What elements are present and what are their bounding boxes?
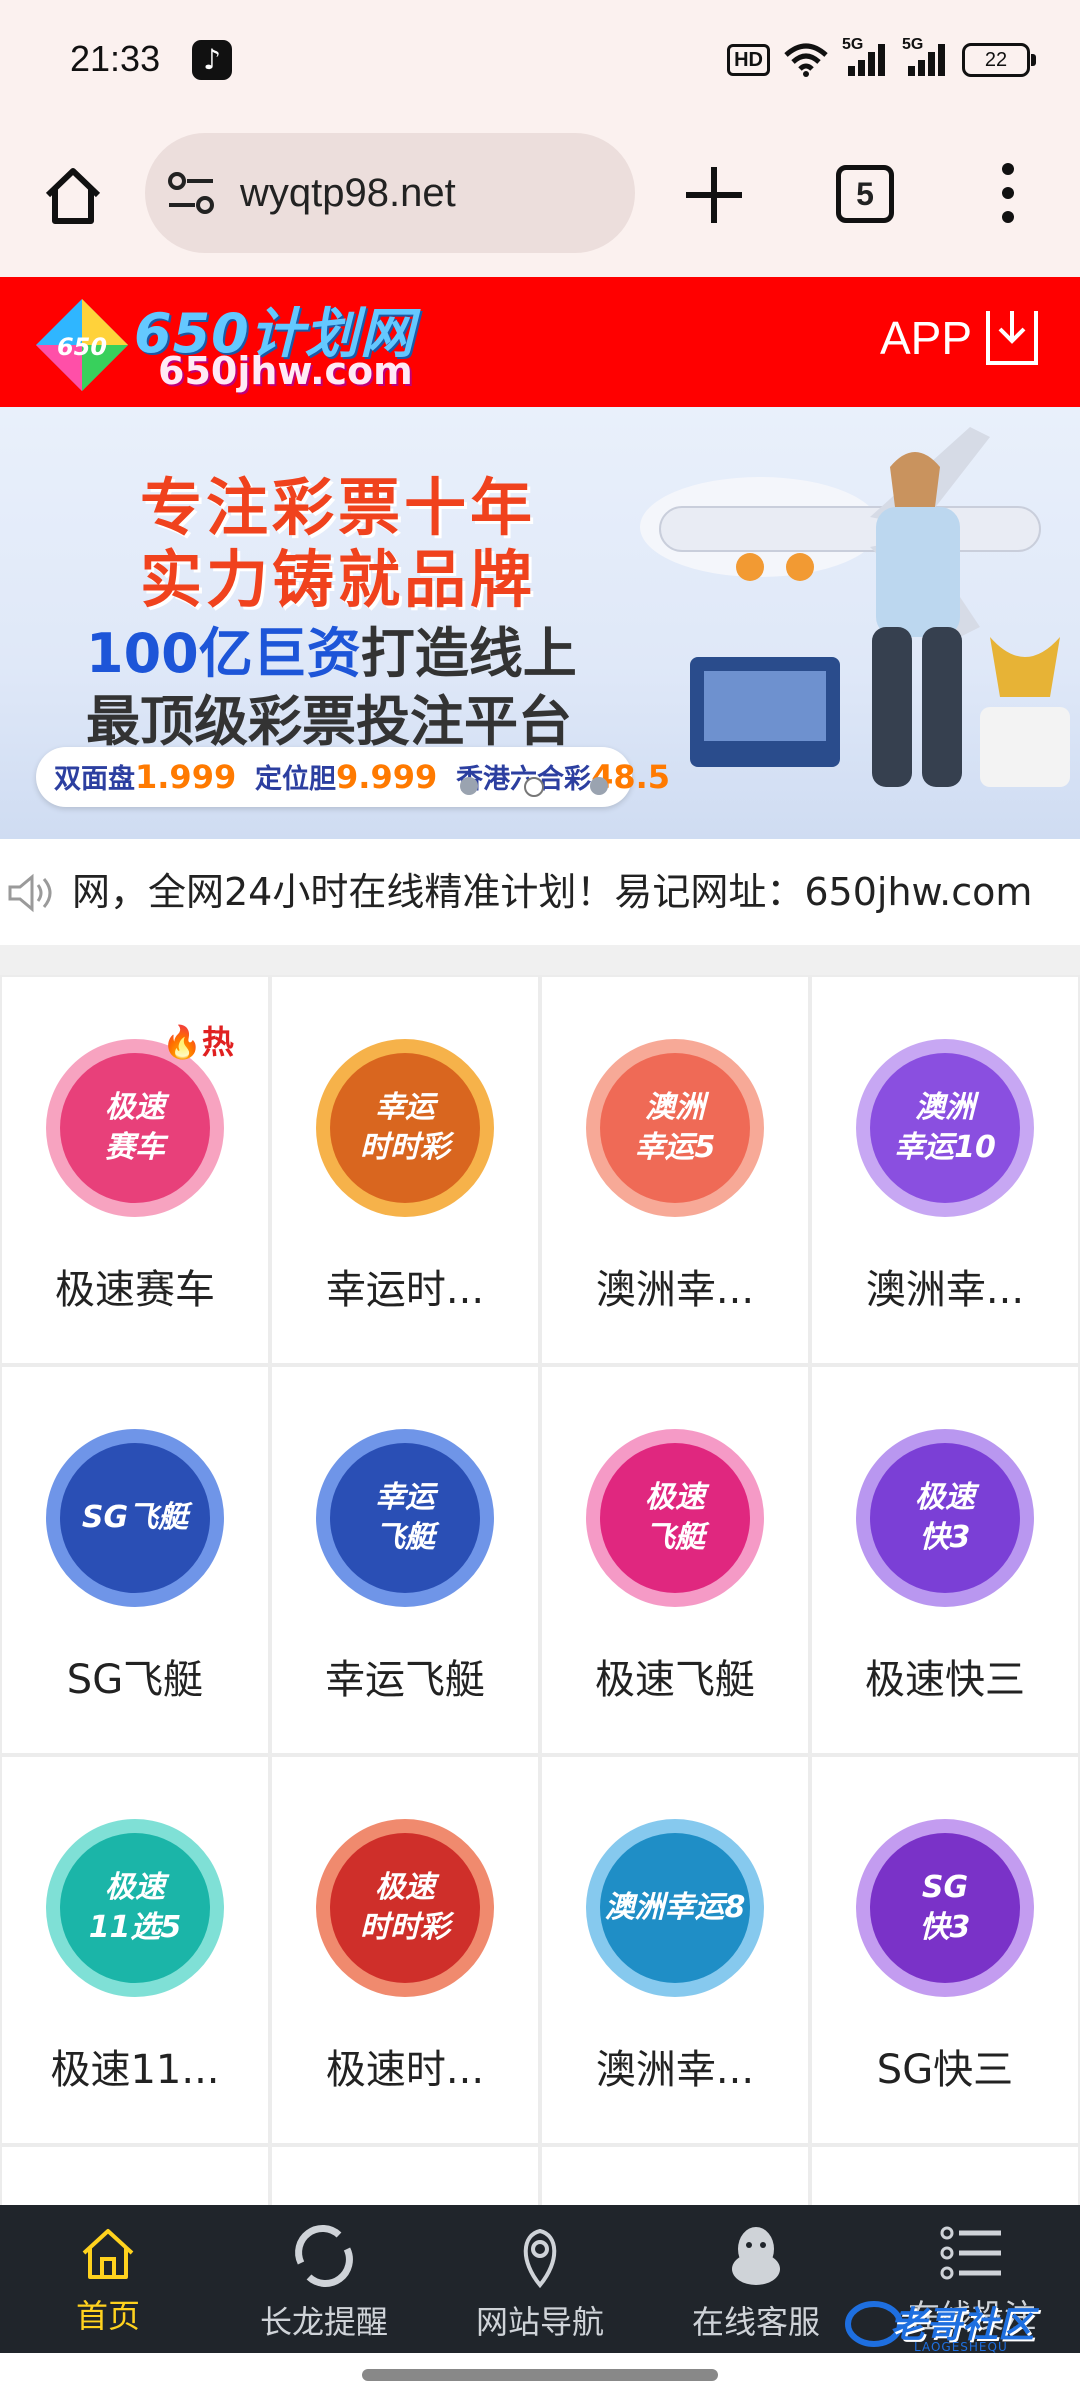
jisu-shishicai-icon: 极速 时时彩 xyxy=(316,1819,494,1997)
xingyun-feiting-icon: 幸运 飞艇 xyxy=(316,1429,494,1607)
game-tile-xingyun-shishicai[interactable]: 幸运 时时彩 幸运时... xyxy=(272,977,538,1363)
sg-kuaisan-icon: SG 快3 xyxy=(856,1819,1034,1997)
watermark-logo: 老哥社区 LAOGESHEQU xyxy=(844,2290,1064,2360)
more-menu-icon[interactable] xyxy=(1000,163,1016,233)
section-divider xyxy=(0,945,1080,975)
game-tile-partial[interactable] xyxy=(272,2147,538,2205)
logo-icon[interactable]: 650 xyxy=(32,295,132,395)
jisu-11xuan5-icon: 极速 11选5 xyxy=(46,1819,224,1997)
nav-label: 在线客服 xyxy=(691,2303,820,2341)
app-label[interactable]: APP xyxy=(880,311,972,365)
carousel-indicator[interactable] xyxy=(460,777,608,797)
jisu-saiche-icon: 极速 赛车 xyxy=(46,1039,224,1217)
aozhou-xingyun10-icon: 澳洲 幸运10 xyxy=(856,1039,1034,1217)
browser-toolbar: wyqtp98.net 5 xyxy=(0,125,1080,277)
aozhou-xingyun5-icon: 澳洲 幸运5 xyxy=(586,1039,764,1217)
banner-headline-2: 实力铸就品牌 xyxy=(140,543,537,616)
download-icon[interactable] xyxy=(986,311,1038,365)
jisu-feiting-icon: 极速 飞艇 xyxy=(586,1429,764,1607)
game-tile-jisu-feiting[interactable]: 极速 飞艇 极速飞艇 xyxy=(542,1367,808,1753)
location-pin-icon xyxy=(523,2228,557,2289)
signal-5g-icon: 5G xyxy=(842,36,888,78)
nav-changlong[interactable]: 长龙提醒 xyxy=(216,2223,432,2353)
loop-icon xyxy=(295,2225,353,2287)
jisu-kuaisan-icon: 极速 快3 xyxy=(856,1429,1034,1607)
game-tile-aozhou-xingyun8[interactable]: 澳洲幸运8 澳洲幸... xyxy=(542,1757,808,2143)
sg-feiting-icon: SG飞艇 xyxy=(46,1429,224,1607)
game-tile-jisu-11xuan5[interactable]: 极速 11选5 极速11... xyxy=(2,1757,268,2143)
game-label: 幸运时... xyxy=(325,1267,485,1313)
announcement-text: 网，全网24小时在线精准计划！易记网址：650jhw.com xyxy=(72,870,1033,914)
qq-penguin-icon xyxy=(732,2227,780,2285)
site-logo-domain: 650jhw.com xyxy=(158,349,413,393)
url-text[interactable]: wyqtp98.net xyxy=(240,133,456,253)
announcement-marquee[interactable]: 网，全网24小时在线精准计划！易记网址：650jhw.com xyxy=(0,839,1080,946)
game-label: 澳洲幸... xyxy=(865,1267,1025,1313)
game-label: 极速赛车 xyxy=(55,1267,215,1313)
game-tile-partial[interactable] xyxy=(2,2147,268,2205)
tiktok-icon: ♪ xyxy=(192,40,232,80)
game-tile-partial[interactable] xyxy=(812,2147,1078,2205)
site-settings-icon[interactable] xyxy=(167,171,215,215)
home-icon xyxy=(82,2229,134,2279)
game-tile-jisu-kuaisan[interactable]: 极速 快3 极速快三 xyxy=(812,1367,1078,1753)
hd-voice-icon: HD xyxy=(727,44,770,76)
banner-illustration xyxy=(640,427,1070,787)
new-tab-icon[interactable] xyxy=(686,167,742,223)
app-download-button[interactable]: APP xyxy=(880,311,1038,365)
status-bar: 21:33 ♪ HD 5G 5G 22 xyxy=(0,0,1080,125)
lottery-grid: 极速 赛车 🔥热 极速赛车 幸运 时时彩 幸运时... 澳洲 幸运5 澳洲幸... 澳… xyxy=(0,975,1080,2205)
game-label: 极速11... xyxy=(50,2047,220,2093)
nav-site-guide[interactable]: 网站导航 xyxy=(432,2223,648,2353)
nav-home[interactable]: 首页 xyxy=(0,2223,216,2353)
game-tile-xingyun-feiting[interactable]: 幸运 飞艇 幸运飞艇 xyxy=(272,1367,538,1753)
xingyun-shishicai-icon: 幸运 时时彩 xyxy=(316,1039,494,1217)
game-label: SG飞艇 xyxy=(66,1657,204,1703)
address-bar[interactable]: wyqtp98.net xyxy=(145,133,635,253)
game-label: SG快三 xyxy=(876,2047,1014,2093)
signal-5g-2-icon: 5G xyxy=(902,36,948,78)
game-tile-aozhou-xingyun5[interactable]: 澳洲 幸运5 澳洲幸... xyxy=(542,977,808,1363)
game-label: 澳洲幸... xyxy=(595,2047,755,2093)
game-label: 幸运飞艇 xyxy=(325,1657,485,1703)
hot-badge: 🔥热 xyxy=(162,1023,234,1061)
game-label: 极速时... xyxy=(325,2047,485,2093)
home-icon[interactable] xyxy=(40,163,106,229)
promo-banner[interactable]: 专注彩票十年 实力铸就品牌 100亿巨资打造线上 最顶级彩票投注平台 双面盘1.… xyxy=(0,407,1080,839)
nav-label: 长龙提醒 xyxy=(259,2303,388,2341)
gesture-bar[interactable] xyxy=(0,2353,1080,2400)
list-icon xyxy=(940,2226,1001,2280)
status-icons: HD 5G 5G 22 xyxy=(727,36,1036,80)
speaker-icon xyxy=(8,873,52,913)
wifi-icon xyxy=(784,43,828,77)
status-time: 21:33 xyxy=(70,38,161,79)
site-header: 650 650计划网 650jhw.com APP xyxy=(0,277,1080,407)
tab-switcher-button[interactable]: 5 xyxy=(836,165,894,223)
game-tile-partial[interactable] xyxy=(542,2147,808,2205)
game-tile-jisu-saiche[interactable]: 极速 赛车 🔥热 极速赛车 xyxy=(2,977,268,1363)
battery-icon: 22 xyxy=(962,43,1036,77)
nav-label: 首页 xyxy=(75,2297,140,2335)
svg-text:650: 650 xyxy=(57,333,107,361)
game-tile-jisu-shishicai[interactable]: 极速 时时彩 极速时... xyxy=(272,1757,538,2143)
nav-customer-service[interactable]: 在线客服 xyxy=(648,2223,864,2353)
game-tile-sg-feiting[interactable]: SG飞艇 SG飞艇 xyxy=(2,1367,268,1753)
banner-headline-4: 最顶级彩票投注平台 xyxy=(86,690,572,753)
game-label: 极速飞艇 xyxy=(595,1657,755,1703)
aozhou-xingyun8-icon: 澳洲幸运8 xyxy=(586,1819,764,1997)
game-label: 极速快三 xyxy=(865,1657,1025,1703)
game-tile-aozhou-xingyun10[interactable]: 澳洲 幸运10 澳洲幸... xyxy=(812,977,1078,1363)
game-label: 澳洲幸... xyxy=(595,1267,755,1313)
game-tile-sg-kuaisan[interactable]: SG 快3 SG快三 xyxy=(812,1757,1078,2143)
nav-label: 网站导航 xyxy=(475,2303,604,2341)
